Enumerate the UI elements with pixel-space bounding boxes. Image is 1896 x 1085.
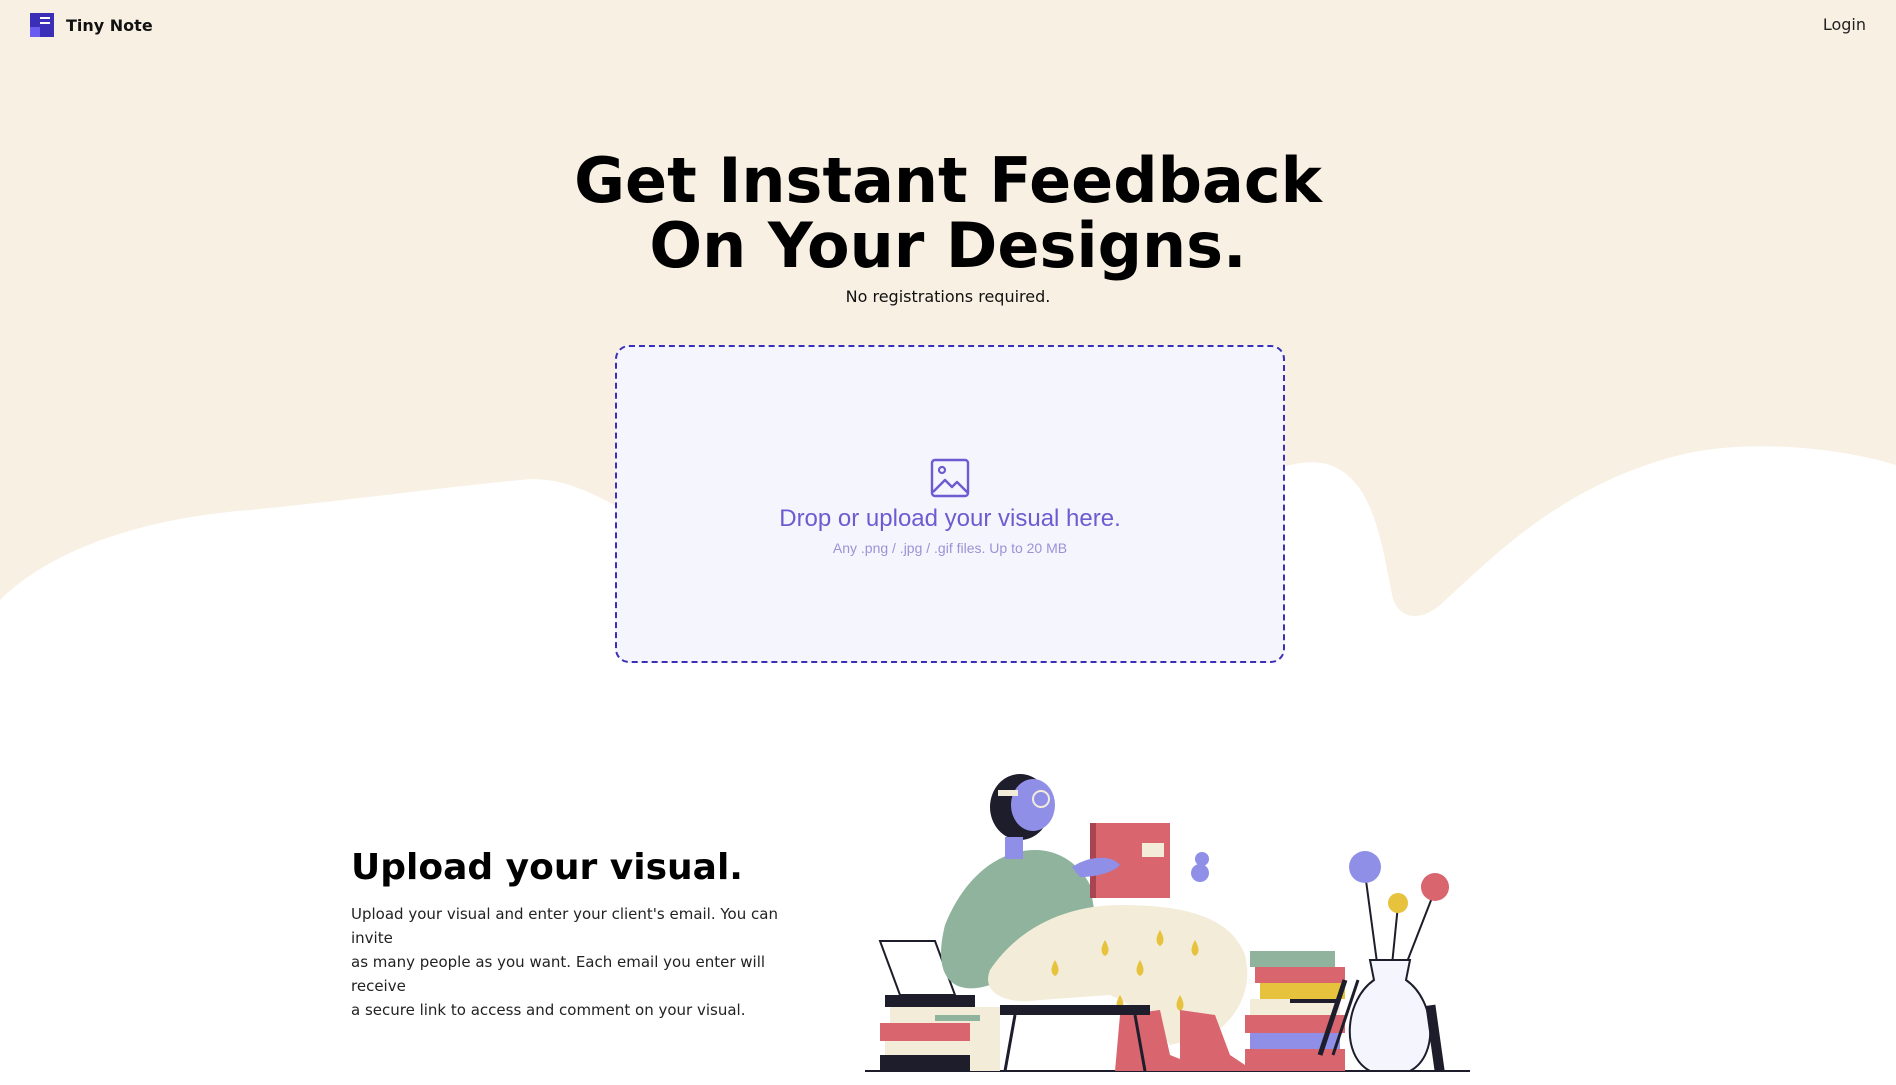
dropzone-title: Drop or upload your visual here. xyxy=(779,505,1121,532)
landing-page: Tiny Note Login Get Instant Feedback On … xyxy=(0,0,1896,1085)
brand-name: Tiny Note xyxy=(66,15,153,35)
feature-title: Upload your visual. xyxy=(351,847,743,888)
login-link[interactable]: Login xyxy=(1823,15,1866,34)
brand[interactable]: Tiny Note xyxy=(30,13,153,37)
page-title-line-2: On Your Designs. xyxy=(649,209,1247,282)
upload-dropzone[interactable]: Drop or upload your visual here. Any .pn… xyxy=(615,345,1285,663)
right-book-stack xyxy=(1245,951,1360,1071)
page-title: Get Instant Feedback On Your Designs. xyxy=(0,148,1896,278)
feature-description-line-1: Upload your visual and enter your client… xyxy=(351,905,778,947)
dropzone-subtitle: Any .png / .jpg / .gif files. Up to 20 M… xyxy=(832,540,1068,556)
reading-woman-illustration xyxy=(865,774,1470,1072)
image-icon xyxy=(930,458,970,498)
page-title-line-1: Get Instant Feedback xyxy=(574,144,1322,217)
feature-description-line-2: as many people as you want. Each email y… xyxy=(351,953,766,995)
flower-vase xyxy=(1348,851,1449,1072)
feature-description-line-3: a secure link to access and comment on y… xyxy=(351,1001,746,1019)
feature-description: Upload your visual and enter your client… xyxy=(351,902,811,1022)
navbar: Tiny Note Login xyxy=(0,0,1896,52)
note-logo-icon xyxy=(30,13,54,37)
page-subtitle: No registrations required. xyxy=(845,287,1051,306)
